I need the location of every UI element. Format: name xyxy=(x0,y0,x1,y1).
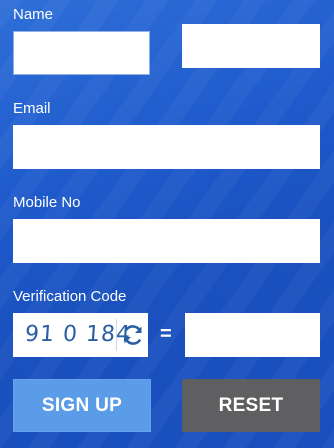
reset-button[interactable]: RESET xyxy=(182,379,320,432)
verification-code-label: Verification Code xyxy=(13,288,127,305)
captcha-divider xyxy=(116,319,117,351)
sign-up-button[interactable]: SIGN UP xyxy=(13,379,151,432)
first-name-field[interactable] xyxy=(13,31,150,75)
email-label: Email xyxy=(13,100,51,117)
captcha-box: 91 0 184 xyxy=(13,313,148,357)
email-field[interactable] xyxy=(13,125,320,169)
mobile-field[interactable] xyxy=(13,219,320,263)
equals-sign: = xyxy=(160,323,172,345)
last-name-field[interactable] xyxy=(182,24,320,68)
name-label: Name xyxy=(13,6,54,23)
mobile-label: Mobile No xyxy=(13,194,81,211)
refresh-icon[interactable] xyxy=(121,323,145,347)
verification-code-input[interactable] xyxy=(185,313,320,357)
